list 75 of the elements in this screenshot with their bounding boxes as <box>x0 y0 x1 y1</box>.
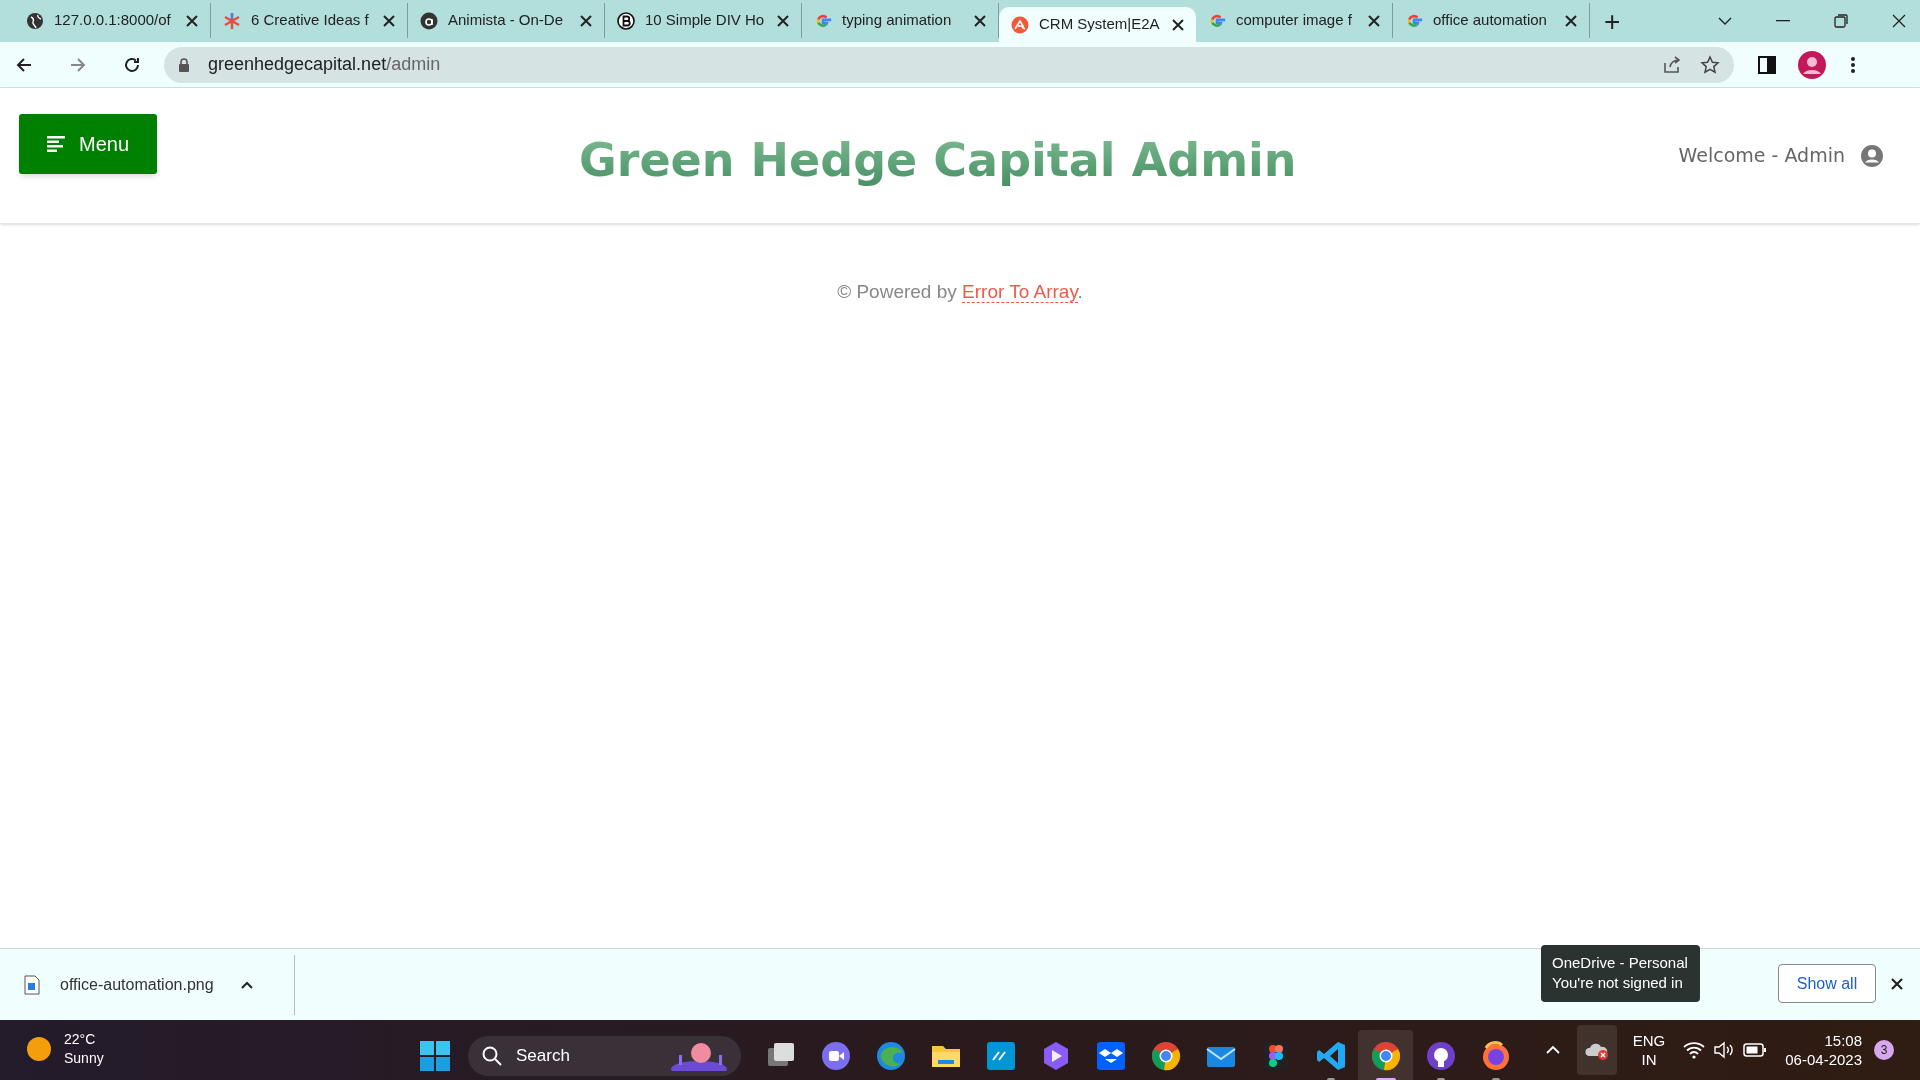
asterisk-icon <box>223 11 241 30</box>
close-icon[interactable] <box>580 14 592 27</box>
browser-tab[interactable]: typing animation <box>802 3 999 38</box>
sun-icon <box>26 1036 52 1062</box>
address-bar[interactable]: greenhedgecapital.net/admin <box>164 46 1734 83</box>
globe-icon <box>26 11 44 30</box>
browser-tab[interactable]: 127.0.0.1:8000/of <box>14 3 211 38</box>
box-logo-icon <box>1094 1040 1127 1072</box>
close-icon[interactable] <box>383 14 395 27</box>
menu-icon <box>47 136 65 152</box>
new-tab-button[interactable]: + <box>1604 8 1621 36</box>
image-file-icon <box>24 974 40 995</box>
more-options-icon[interactable] <box>1850 55 1856 74</box>
close-icon[interactable] <box>1565 14 1577 27</box>
download-file-name[interactable]: office-automation.png <box>60 972 220 997</box>
browser-tab[interactable]: office automation <box>1393 3 1590 38</box>
show-all-button[interactable]: Show all <box>1778 964 1876 1003</box>
battery-icon[interactable] <box>1743 1043 1768 1057</box>
minimize-icon[interactable] <box>1776 20 1790 22</box>
tab-title: Animista - On-De <box>448 10 565 31</box>
wifi-icon[interactable] <box>1683 1041 1706 1059</box>
video-chat-icon <box>819 1040 852 1072</box>
tab-title: computer image f <box>1236 10 1353 31</box>
language-indicator[interactable]: ENG IN <box>1632 1031 1666 1069</box>
footer-credit: © Powered by Error To Array. <box>837 280 1083 305</box>
tab-title: CRM System|E2A <box>1039 14 1161 35</box>
volume-icon[interactable] <box>1713 1041 1736 1059</box>
tab-title: typing animation <box>842 10 953 31</box>
app-tile-icon <box>984 1040 1017 1072</box>
taskbar-app-button[interactable] <box>1358 1030 1413 1080</box>
search-icon <box>482 1046 502 1066</box>
browser-tab[interactable]: 6 Creative Ideas f <box>211 3 408 38</box>
share-icon[interactable] <box>1662 54 1682 75</box>
url-text: greenhedgecapital.net/admin <box>208 53 441 76</box>
search-field[interactable]: Search <box>468 1036 741 1076</box>
code-editor-icon <box>1314 1040 1347 1072</box>
tab-title: office automation <box>1433 10 1548 31</box>
wave-logo-icon <box>874 1040 907 1072</box>
cat-logo-icon <box>1424 1040 1457 1072</box>
tab-title: 6 Creative Ideas f <box>251 10 370 31</box>
close-icon[interactable] <box>1892 14 1906 28</box>
menu-button[interactable]: Menu <box>19 114 157 174</box>
lock-icon <box>178 57 190 72</box>
tooltip: OneDrive - Personal You're not signed in <box>1541 945 1700 1002</box>
close-icon[interactable] <box>1172 18 1184 31</box>
weather-condition-text: Sunny <box>64 1049 104 1068</box>
ring-logo-icon <box>1369 1040 1402 1072</box>
temperature-text: 22°C <box>64 1030 97 1049</box>
tab-list-icon[interactable] <box>1718 17 1732 25</box>
profile-avatar-icon[interactable] <box>1798 50 1826 79</box>
clock[interactable]: 15:08 06-04-2023 <box>1785 1031 1862 1069</box>
chevron-up-icon[interactable] <box>1544 1045 1561 1055</box>
browser-tab[interactable]: 10 Simple DIV Ho <box>605 3 802 38</box>
close-icon[interactable] <box>1890 977 1904 991</box>
tab-title: 10 Simple DIV Ho <box>645 10 766 31</box>
logo-icon <box>1011 15 1029 34</box>
ring-logo-icon <box>1149 1040 1182 1072</box>
close-icon[interactable] <box>1368 14 1380 27</box>
browser-tab[interactable]: CRM System|E2A <box>999 7 1196 42</box>
welcome-text: Welcome - Admin <box>1678 143 1845 169</box>
chevron-up-icon[interactable] <box>240 979 254 990</box>
tab-title: 127.0.0.1:8000/of <box>54 10 172 31</box>
close-icon[interactable] <box>186 14 198 27</box>
side-panel-icon[interactable] <box>1758 55 1776 74</box>
circle-letter-icon <box>617 11 635 30</box>
close-icon[interactable] <box>777 14 789 27</box>
circle-letter-icon <box>420 11 438 30</box>
browser-tab[interactable]: computer image f <box>1196 3 1393 38</box>
windows-start-icon[interactable] <box>420 1041 450 1071</box>
close-icon[interactable] <box>974 14 986 27</box>
user-icon[interactable] <box>1861 144 1883 167</box>
notification-badge[interactable]: 3 <box>1874 1040 1894 1060</box>
browser-tab[interactable]: Animista - On-De <box>408 3 605 38</box>
star-icon[interactable] <box>1700 54 1720 75</box>
restore-icon[interactable] <box>1834 14 1848 28</box>
